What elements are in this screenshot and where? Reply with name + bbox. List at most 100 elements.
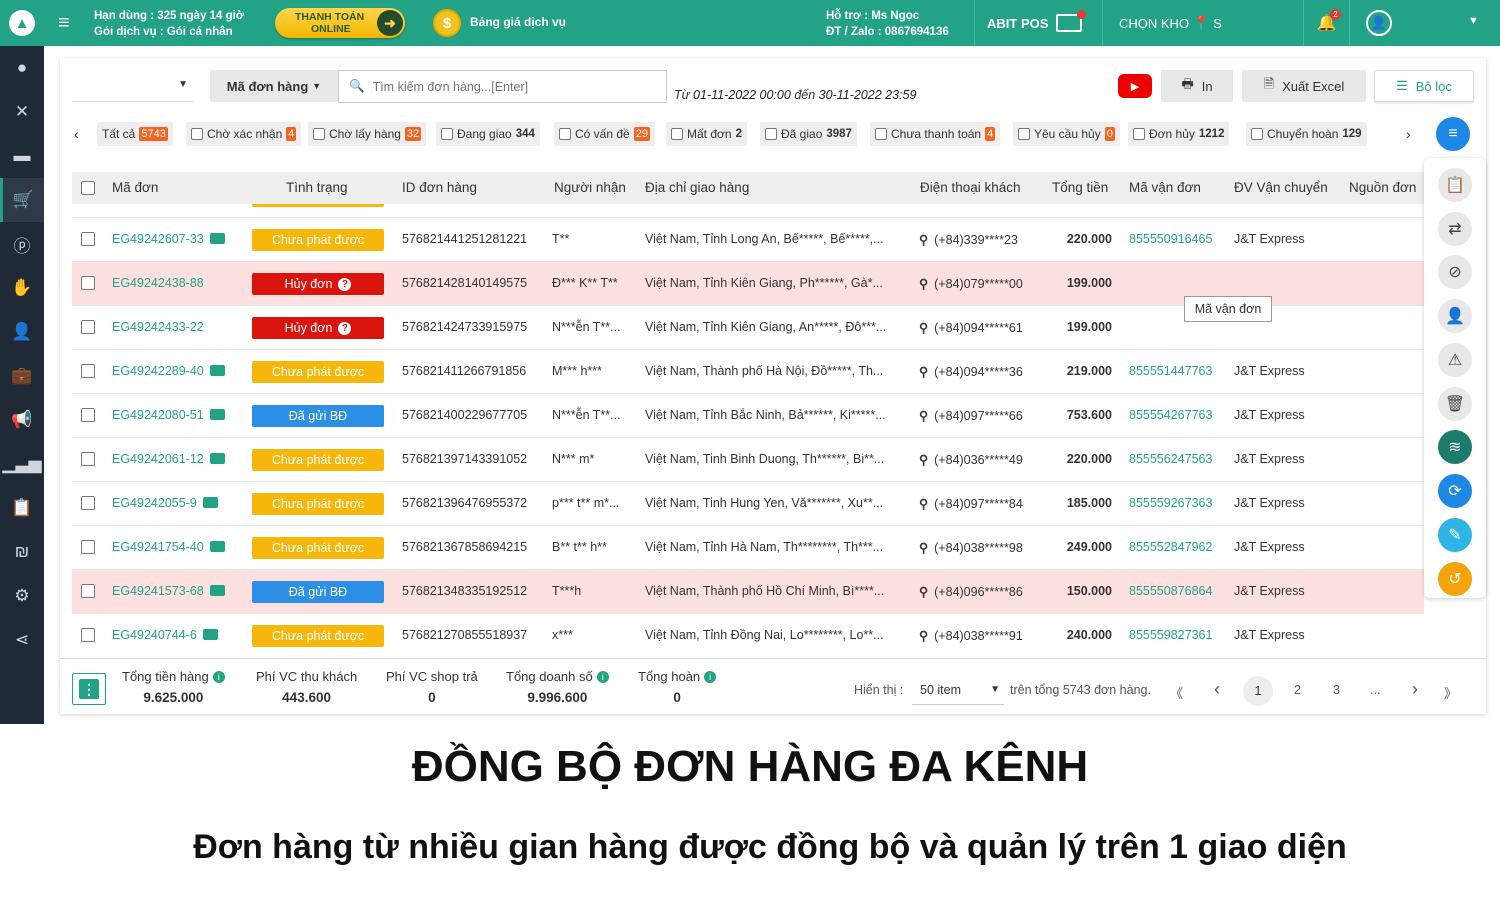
order-code-link[interactable]: EG49241754-40 [112, 540, 225, 554]
col-tracking[interactable]: Mã vận đơn [1129, 180, 1201, 195]
tracking-link[interactable]: 855559267363 [1129, 496, 1212, 510]
search-icon[interactable]: ⚲ [919, 409, 928, 423]
youtube-icon[interactable]: ▶ [1118, 74, 1152, 98]
order-code-link[interactable]: EG49242289-40 [112, 364, 225, 378]
order-code-link[interactable]: EG49240744-6 [112, 628, 218, 642]
tab-4[interactable]: Có vấn đề 29 [554, 122, 655, 146]
tracking-link[interactable]: 855556247563 [1129, 452, 1212, 466]
table-row[interactable]: EG49241573-68 Đã gửi BĐ 576821348335192512… [72, 570, 1424, 614]
phone-cell[interactable]: ⚲ (+84)097*****84 [919, 496, 1023, 511]
tab-checkbox[interactable] [875, 128, 887, 140]
first-page-button[interactable]: 《 [1170, 683, 1183, 702]
phone-cell[interactable]: ⚲ (+84)094*****61 [919, 320, 1023, 335]
date-range[interactable]: Từ 01-11-2022 00:00 đến 30-11-2022 23:59 [674, 88, 916, 102]
sync-stack-icon[interactable]: ≋ [1438, 430, 1472, 464]
tab-1[interactable]: Chờ xác nhận 4 [186, 122, 302, 146]
tab-7[interactable]: Chưa thanh toán 4 [870, 122, 1001, 146]
shekel-icon[interactable]: ₪ [0, 530, 44, 574]
user-transfer-icon[interactable]: 👤 [1438, 299, 1472, 333]
prev-page-button[interactable]: ‹ [1214, 679, 1220, 700]
tracking-link[interactable]: 855554267763 [1129, 408, 1212, 422]
ban-icon[interactable]: ⊘ [1438, 255, 1472, 289]
table-row[interactable]: EG49240744-6 Chưa phát được 57682127085551… [72, 614, 1424, 654]
printer-icon[interactable] [209, 365, 225, 377]
trash-icon[interactable]: 🗑 [1438, 387, 1472, 421]
printer-icon[interactable] [202, 629, 218, 641]
select-all-checkbox[interactable] [81, 181, 95, 195]
chevron-left-icon[interactable]: ‹ [74, 126, 79, 142]
tab-checkbox[interactable] [671, 128, 683, 140]
col-code[interactable]: Mã đơn [112, 180, 158, 195]
info-icon[interactable]: i [596, 670, 609, 683]
col-phone[interactable]: Điện thoại khách [920, 180, 1021, 195]
tab-3[interactable]: Đang giao 344 [436, 122, 540, 146]
col-total[interactable]: Tổng tiền [1052, 180, 1108, 195]
order-code-link[interactable]: EG49242055-9 [112, 496, 218, 510]
phone-cell[interactable]: ⚲ (+84)094*****36 [919, 364, 1023, 379]
search-icon[interactable]: ⚲ [919, 321, 928, 335]
export-excel-button[interactable]: 🗎 Xuất Excel [1242, 70, 1366, 102]
search-icon[interactable]: ⚲ [919, 453, 928, 467]
tab-2[interactable]: Chờ lấy hàng 32 [308, 122, 427, 146]
printer-icon[interactable] [209, 585, 225, 597]
tab-10[interactable]: Chuyển hoàn 129 [1246, 122, 1367, 146]
warning-icon[interactable]: ⚠ [1438, 343, 1472, 377]
handshake-icon[interactable]: ✋ [0, 266, 44, 310]
order-code-link[interactable]: EG49241573-68 [112, 584, 225, 598]
col-id[interactable]: ID đơn hàng [402, 180, 477, 195]
per-page-select[interactable]: 50 item ▼ [912, 675, 1004, 705]
search-icon[interactable]: ⚲ [919, 233, 928, 247]
row-checkbox[interactable] [81, 364, 95, 378]
tab-checkbox[interactable] [191, 128, 203, 140]
tab-6[interactable]: Đã giao 3987 [760, 122, 857, 146]
info-icon[interactable]: i [212, 670, 225, 683]
printer-icon[interactable] [209, 409, 225, 421]
tracking-link[interactable]: 855550916465 [1129, 232, 1212, 246]
printer-icon[interactable] [209, 453, 225, 465]
history-icon[interactable]: ↺ [1438, 562, 1472, 596]
row-checkbox[interactable] [81, 276, 95, 290]
chat-icon[interactable]: ● [0, 46, 44, 90]
tracking-link[interactable]: 855552847962 [1129, 540, 1212, 554]
search-field-select[interactable]: Mã đơn hàng ▼ [210, 70, 338, 102]
tab-checkbox[interactable] [1018, 128, 1030, 140]
phone-cell[interactable]: ⚲ (+84)097*****66 [919, 408, 1023, 423]
tab-9[interactable]: Đơn hủy 1212 [1128, 122, 1230, 146]
row-checkbox[interactable] [81, 232, 95, 246]
coin-p-icon[interactable]: ⓟ [0, 222, 44, 266]
warehouse-select[interactable]: CHỌN KHO 📍 S [1102, 0, 1304, 46]
table-row[interactable]: EG49242055-9 Chưa phát được 57682139647695… [72, 482, 1424, 526]
exchange-icon[interactable]: ⇄ [1438, 212, 1472, 246]
search-icon[interactable]: ⚲ [919, 541, 928, 555]
price-list-link[interactable]: Bảng giá dịch vụ [470, 15, 566, 29]
col-status[interactable]: Tình trạng [286, 180, 348, 195]
phone-cell[interactable]: ⚲ (+84)339****23 [919, 232, 1018, 247]
info-icon[interactable]: i [704, 670, 717, 683]
next-page-button[interactable]: › [1412, 679, 1418, 700]
last-page-button[interactable]: 》 [1444, 683, 1457, 702]
notification-button[interactable]: 🔔 2 [1304, 0, 1350, 46]
row-checkbox[interactable] [81, 496, 95, 510]
order-code-link[interactable]: EG49242080-51 [112, 408, 225, 422]
tab-5[interactable]: Mất đơn 2 [666, 122, 747, 146]
tracking-link[interactable]: 855550876864 [1129, 584, 1212, 598]
search-icon[interactable]: ⚲ [919, 497, 928, 511]
avatar[interactable]: 👤 [1366, 10, 1392, 36]
table-row[interactable]: EG49242607-33 Chưa phát được 5768214412512… [72, 218, 1424, 262]
phone-cell[interactable]: ⚲ (+84)036*****49 [919, 452, 1023, 467]
page-1-button[interactable]: 1 [1243, 676, 1273, 706]
table-row[interactable]: EG49242605-26Chưa phát được5768214482287… [72, 204, 1424, 218]
tab-checkbox[interactable] [1133, 128, 1145, 140]
pencil-icon[interactable]: ✎ [1438, 518, 1472, 552]
col-receiver[interactable]: Người nhận [554, 180, 626, 195]
phone-cell[interactable]: ⚲ (+84)096*****86 [919, 584, 1023, 599]
search-icon[interactable]: ⚲ [919, 629, 928, 643]
search-icon[interactable]: ⚲ [919, 585, 928, 599]
table-row[interactable]: EG49241754-40 Chưa phát được 5768213678586… [72, 526, 1424, 570]
user-icon[interactable]: 👤 [0, 310, 44, 354]
table-row[interactable]: EG49242080-51 Đã gửi BĐ 576821400229677705… [72, 394, 1424, 438]
megaphone-icon[interactable]: 📢 [0, 398, 44, 442]
app-logo[interactable]: ▲ [0, 0, 44, 46]
filter-button[interactable]: ☰ Bộ lọc [1374, 70, 1474, 102]
tab-checkbox[interactable] [559, 128, 571, 140]
